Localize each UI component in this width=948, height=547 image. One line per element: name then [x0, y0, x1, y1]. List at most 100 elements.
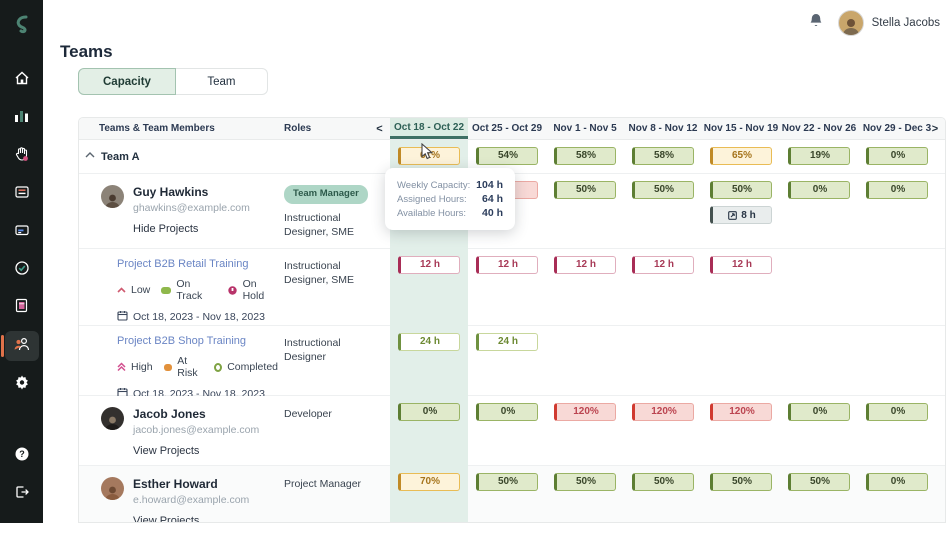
sidebar-item-home[interactable] [5, 65, 39, 95]
capacity-badge[interactable]: 50% [554, 473, 616, 491]
sidebar-item-requests[interactable] [5, 141, 39, 171]
capacity-badge[interactable]: 120% [632, 403, 694, 421]
assigned-hours-badge[interactable]: 12 h [710, 256, 772, 274]
week-column-header-active[interactable]: Oct 18 - Oct 22 [390, 118, 468, 139]
capacity-badge[interactable]: 61% [398, 147, 460, 165]
hide-projects-link[interactable]: Hide Projects [133, 223, 198, 235]
project-link[interactable]: Project B2B Retail Training [117, 258, 284, 270]
sidebar-item-settings[interactable] [5, 369, 39, 399]
collapse-team-button[interactable] [79, 140, 101, 173]
time-off-icon [728, 211, 737, 220]
sidebar-item-teams[interactable] [5, 331, 39, 361]
user-menu[interactable]: Stella Jacobs [838, 10, 940, 36]
capacity-badge[interactable]: 120% [710, 403, 772, 421]
capacity-badge[interactable]: 0% [866, 147, 928, 165]
view-projects-link[interactable]: View Projects [133, 445, 199, 457]
capacity-badge[interactable]: 50% [710, 181, 772, 199]
week-cell [702, 326, 780, 401]
week-column-header[interactable]: Nov 22 - Nov 26 [780, 118, 858, 139]
prev-weeks-button[interactable]: < [369, 118, 390, 139]
week-cell: 50% [624, 174, 702, 248]
capacity-badge[interactable]: 50% [632, 181, 694, 199]
capacity-badge[interactable]: 0% [866, 473, 928, 491]
week-cell: 12 h [390, 249, 468, 325]
logout-icon [14, 484, 30, 505]
capacity-badge[interactable]: 0% [866, 403, 928, 421]
capacity-badge[interactable]: 50% [788, 473, 850, 491]
status-label: At Risk [177, 355, 203, 379]
assigned-hours-badge[interactable]: 12 h [398, 256, 460, 274]
brand-logo-icon[interactable] [14, 14, 30, 39]
priority-high-icon [117, 362, 126, 372]
capacity-badge[interactable]: 19% [788, 147, 850, 165]
capacity-badge[interactable]: 120% [554, 403, 616, 421]
capacity-badge[interactable]: 0% [788, 403, 850, 421]
week-cell: 50%8 h [702, 174, 780, 248]
project-dates: Oct 18, 2023 - Nov 18, 2023 [133, 311, 265, 323]
tooltip-label: Available Hours: [397, 208, 466, 219]
page-title: Teams [60, 42, 113, 62]
sidebar-item-logout[interactable] [5, 479, 39, 509]
capacity-badge[interactable]: 0% [398, 403, 460, 421]
week-column-header[interactable]: Nov 8 - Nov 12 [624, 118, 702, 139]
calendar-icon [117, 310, 128, 324]
assigned-hours-badge[interactable]: 24 h [476, 333, 538, 351]
capacity-badge[interactable]: 0% [866, 181, 928, 199]
sidebar-item-approvals[interactable] [5, 255, 39, 285]
capacity-badge[interactable]: 58% [632, 147, 694, 165]
sidebar-item-courses[interactable] [5, 293, 39, 323]
member-avatar [101, 185, 124, 208]
capacity-badge[interactable]: 0% [788, 181, 850, 199]
sidebar-item-billing[interactable] [5, 217, 39, 247]
sidebar-item-analytics[interactable] [5, 103, 39, 133]
svg-text:?: ? [19, 449, 25, 459]
week-cell: 0% [858, 466, 936, 523]
sidebar-item-help[interactable]: ? [5, 441, 39, 471]
capacity-cells: 0% 0% 120% 120% 120% 0% 0% [390, 396, 936, 465]
tooltip-label: Assigned Hours: [397, 194, 467, 205]
week-cell: 50% [702, 466, 780, 523]
week-cell: 12 h [468, 249, 546, 325]
project-link[interactable]: Project B2B Shop Training [117, 335, 284, 347]
tab-capacity[interactable]: Capacity [78, 68, 176, 95]
week-cell: 0% [780, 396, 858, 465]
capacity-badge[interactable]: 0% [476, 403, 538, 421]
week-column-header[interactable]: Nov 29 - Dec 3 [858, 118, 936, 139]
notifications-bell-icon[interactable] [808, 12, 824, 34]
capacity-badge[interactable]: 54% [476, 147, 538, 165]
assigned-hours-badge[interactable]: 12 h [632, 256, 694, 274]
time-off-badge[interactable]: 8 h [710, 206, 772, 224]
capacity-badge[interactable]: 65% [710, 147, 772, 165]
tab-team[interactable]: Team [176, 68, 268, 95]
week-cell: 50% [546, 174, 624, 248]
next-weeks-button[interactable]: > [928, 118, 942, 140]
view-projects-link[interactable]: View Projects [133, 515, 199, 523]
sidebar-item-inbox[interactable] [5, 179, 39, 209]
status-label: On Hold [243, 278, 278, 302]
capacity-badge[interactable]: 50% [554, 181, 616, 199]
week-cell: 12 h [546, 249, 624, 325]
tooltip-value: 64 h [482, 193, 503, 205]
capacity-badge[interactable]: 50% [632, 473, 694, 491]
table-row-project-shop: Project B2B Shop Training High At Risk C… [79, 326, 945, 396]
assigned-hours-badge[interactable]: 12 h [554, 256, 616, 274]
week-cell [780, 249, 858, 325]
assigned-hours-badge[interactable]: 24 h [398, 333, 460, 351]
week-column-header[interactable]: Oct 25 - Oct 29 [468, 118, 546, 139]
capacity-badge[interactable]: 50% [710, 473, 772, 491]
week-cell: 70% [390, 466, 468, 523]
week-column-header[interactable]: Nov 1 - Nov 5 [546, 118, 624, 139]
home-icon [14, 70, 30, 91]
capacity-badge[interactable]: 50% [476, 473, 538, 491]
tooltip-value: 40 h [482, 207, 503, 219]
assigned-hours-badge[interactable]: 12 h [476, 256, 538, 274]
capacity-badge[interactable]: 70% [398, 473, 460, 491]
table-row-esther-howard: Esther Howard e.howard@example.com View … [79, 466, 945, 523]
member-name: Guy Hawkins [133, 185, 250, 199]
capacity-badge[interactable]: 58% [554, 147, 616, 165]
week-column-header[interactable]: Nov 15 - Nov 19 [702, 118, 780, 139]
tooltip-label: Weekly Capacity: [397, 180, 470, 191]
team-name: Team A [101, 140, 284, 173]
week-cell: 120% [702, 396, 780, 465]
chevron-up-icon [85, 152, 95, 158]
